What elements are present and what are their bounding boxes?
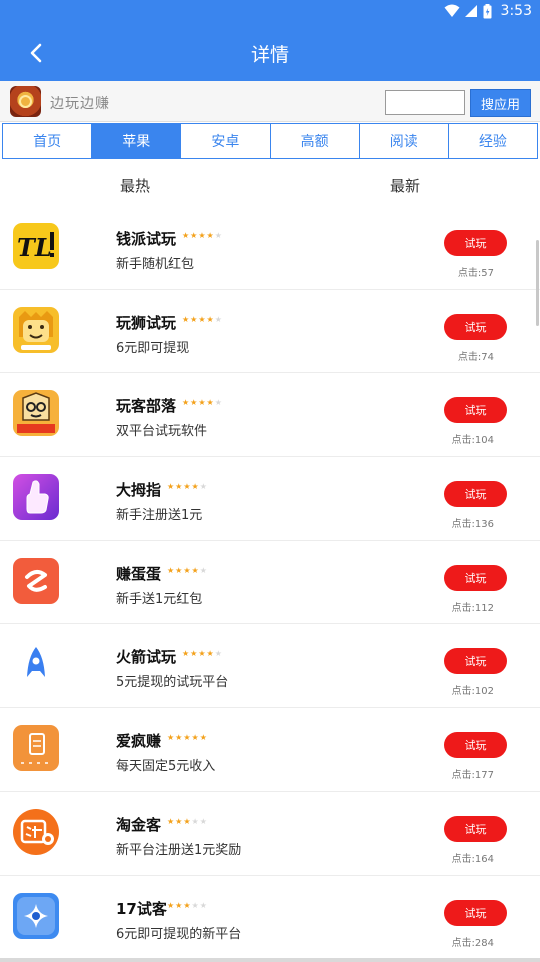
click-count: 点击:284 (451, 937, 494, 949)
shike17-icon (13, 892, 59, 939)
tab-high-amount[interactable]: 高额 (271, 124, 360, 158)
try-button[interactable]: 试玩 (444, 564, 507, 591)
app-name: 玩客部落 (116, 397, 177, 416)
brand-text: 边玩边赚 (50, 96, 110, 112)
battery-icon (483, 3, 492, 18)
try-button[interactable]: 试玩 (444, 648, 507, 675)
try-button[interactable]: 试玩 (444, 230, 507, 256)
wanke-icon (13, 390, 59, 437)
status-bar: 3:53 (0, 0, 540, 24)
rating-stars: ★★★★★ (167, 565, 208, 575)
click-count: 点击:57 (457, 268, 494, 279)
try-button[interactable]: 试玩 (444, 899, 507, 926)
app-description: 新手注册送1元 (116, 508, 203, 524)
rating-stars: ★★★★★ (167, 733, 208, 743)
category-tabs: 首页 苹果 安卓 高额 阅读 经验 (2, 123, 538, 159)
status-time: 3:53 (500, 3, 532, 19)
tab-home[interactable]: 首页 (3, 124, 93, 158)
lion-icon (13, 306, 59, 353)
taojin-icon (13, 808, 59, 855)
app-description: 新平台注册送1元奖励 (116, 842, 242, 858)
rating-stars: ★★★★★ (167, 816, 208, 826)
rating-stars: ★★★★★ (167, 900, 208, 910)
app-name: 钱派试玩 (116, 230, 177, 248)
rating-stars: ★★★★★ (182, 649, 223, 659)
click-count: 点击:104 (451, 435, 494, 447)
wifi-icon (444, 4, 460, 17)
app-name: 火箭试玩 (116, 648, 177, 667)
rating-stars: ★★★★★ (182, 398, 223, 408)
app-description: 新手送1元红包 (116, 591, 203, 607)
list-item[interactable]: 玩客部落 ★★★★★ 双平台试玩软件 试玩 点击:104 (0, 373, 540, 458)
list-item[interactable]: 淘金客 ★★★★★ 新平台注册送1元奖励 试玩 点击:164 (0, 792, 540, 876)
bottom-edge (0, 958, 540, 962)
list-item[interactable]: TL 钱派试玩 ★★★★★ 新手随机红包 试玩 点击:57 (0, 206, 540, 290)
sort-newest[interactable]: 最新 (390, 175, 420, 196)
signal-icon (464, 5, 477, 17)
svg-text:TL: TL (17, 233, 52, 262)
tab-experience[interactable]: 经验 (449, 124, 537, 158)
click-count: 点击:136 (451, 519, 494, 531)
search-input[interactable] (385, 90, 465, 115)
rocket-icon (13, 641, 59, 688)
list-item[interactable]: 爱疯赚 ★★★★★ 每天固定5元收入 试玩 点击:177 (0, 708, 540, 792)
list-item[interactable]: 17试客 ★★★★★ 6元即可提现的新平台 试玩 点击:284 (0, 876, 540, 960)
app-list: TL 钱派试玩 ★★★★★ 新手随机红包 试玩 点击:57 玩狮试玩 ★★★★★… (0, 206, 540, 960)
sort-tabs: 最热 最新 (0, 160, 540, 206)
click-count: 点击:102 (451, 686, 494, 698)
app-description: 5元提现的试玩平台 (116, 675, 229, 691)
brand-logo-icon (10, 86, 41, 117)
click-count: 点击:164 (451, 853, 494, 865)
search-button[interactable]: 搜应用 (470, 89, 531, 117)
list-item[interactable]: 大拇指 ★★★★★ 新手注册送1元 试玩 点击:136 (0, 457, 540, 541)
try-button[interactable]: 试玩 (444, 732, 507, 759)
status-icons: 3:53 (444, 3, 532, 19)
app-description: 每天固定5元收入 (116, 759, 216, 775)
app-description: 双平台试玩软件 (116, 424, 208, 440)
search-bar: 边玩边赚 搜应用 (0, 81, 540, 122)
app-name: 爱疯赚 (116, 732, 162, 751)
click-count: 点击:177 (451, 770, 494, 782)
app-name: 17试客 (116, 899, 167, 918)
app-name: 淘金客 (116, 815, 162, 834)
tab-apple[interactable]: 苹果 (92, 124, 182, 158)
list-item[interactable]: 火箭试玩 ★★★★★ 5元提现的试玩平台 试玩 点击:102 (0, 624, 540, 709)
rating-stars: ★★★★★ (182, 314, 223, 324)
app-name: 玩狮试玩 (116, 313, 177, 332)
click-count: 点击:112 (451, 602, 494, 614)
try-button[interactable]: 试玩 (444, 815, 507, 842)
click-count: 点击:74 (457, 351, 494, 363)
thumb-icon (13, 474, 59, 521)
rating-stars: ★★★★★ (167, 482, 208, 492)
rating-stars: ★★★★★ (182, 231, 223, 240)
app-description: 6元即可提现 (116, 340, 190, 356)
app-name: 大拇指 (116, 481, 162, 500)
zhuandan-icon (13, 557, 59, 604)
tab-android[interactable]: 安卓 (181, 124, 271, 158)
app-description: 6元即可提现的新平台 (116, 926, 242, 942)
try-button[interactable]: 试玩 (444, 397, 507, 424)
page-title: 详情 (250, 44, 289, 66)
app-name: 赚蛋蛋 (116, 564, 162, 583)
sort-hottest[interactable]: 最热 (120, 175, 150, 196)
app-description: 新手随机红包 (116, 257, 195, 272)
tab-reading[interactable]: 阅读 (360, 124, 449, 158)
qianpai-icon: TL (13, 223, 59, 269)
scrollbar[interactable] (536, 240, 539, 326)
try-button[interactable]: 试玩 (444, 481, 507, 508)
try-button[interactable]: 试玩 (444, 313, 507, 340)
list-item[interactable]: 玩狮试玩 ★★★★★ 6元即可提现 试玩 点击:74 (0, 290, 540, 374)
list-item[interactable]: 赚蛋蛋 ★★★★★ 新手送1元红包 试玩 点击:112 (0, 541, 540, 625)
aifeng-icon (13, 725, 59, 772)
app-bar: 详情 (0, 24, 540, 81)
